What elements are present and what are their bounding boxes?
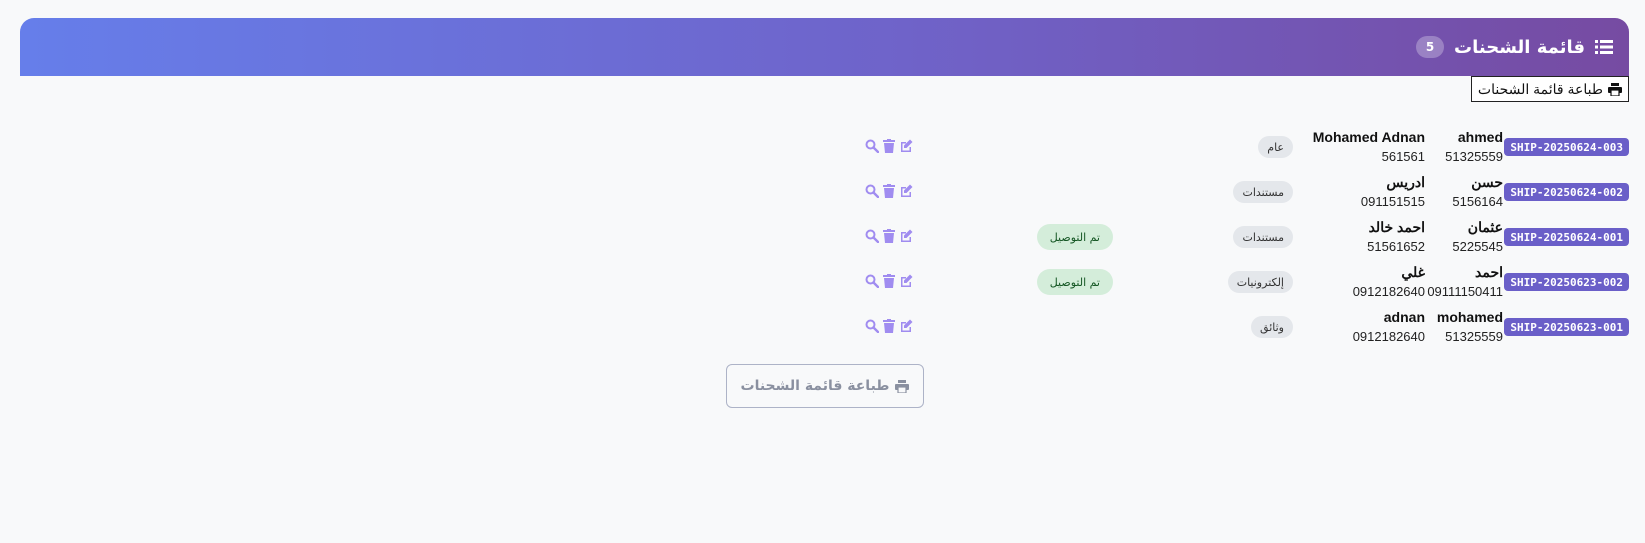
search-icon[interactable] bbox=[865, 318, 880, 334]
row-actions bbox=[865, 183, 913, 199]
receiver-name: Mohamed Adnan bbox=[1312, 129, 1425, 145]
receiver-phone: 561561 bbox=[1381, 149, 1425, 164]
search-icon[interactable] bbox=[865, 228, 880, 244]
trash-icon[interactable] bbox=[882, 318, 896, 333]
shipment-type-badge: مستندات bbox=[1233, 226, 1293, 248]
row-actions bbox=[865, 228, 913, 244]
list-icon bbox=[1595, 39, 1613, 55]
shipment-id-badge[interactable]: SHIP-20250623-002 bbox=[1504, 273, 1629, 291]
status-badge: تم التوصيل bbox=[1036, 224, 1113, 250]
header-title-group: قائمة الشحنات 5 bbox=[1416, 18, 1613, 76]
shipments-header: قائمة الشحنات 5 bbox=[20, 18, 1629, 76]
receiver-info: Mohamed Adnan 561561 bbox=[1225, 127, 1425, 167]
print-icon bbox=[1608, 82, 1622, 97]
page-title: قائمة الشحنات bbox=[1454, 36, 1585, 58]
edit-icon[interactable] bbox=[899, 318, 913, 332]
edit-icon[interactable] bbox=[899, 273, 913, 287]
shipment-id-badge[interactable]: SHIP-20250624-001 bbox=[1504, 228, 1629, 246]
shipment-row: SHIP-20250623-002 احمد 09111150411 غلي 0… bbox=[0, 262, 1645, 302]
shipment-row: SHIP-20250624-001 عثمان 5225545 احمد خال… bbox=[0, 217, 1645, 257]
search-icon[interactable] bbox=[865, 138, 880, 154]
print-list-label: طباعة قائمة الشحنات bbox=[740, 378, 890, 394]
row-actions bbox=[865, 273, 913, 289]
shipment-id-badge[interactable]: SHIP-20250624-003 bbox=[1504, 138, 1629, 156]
search-icon[interactable] bbox=[865, 183, 880, 199]
edit-icon[interactable] bbox=[899, 228, 913, 242]
row-actions bbox=[865, 318, 913, 334]
print-icon bbox=[895, 379, 910, 394]
shipment-type-badge: مستندات bbox=[1233, 181, 1293, 203]
shipment-type-badge: عام bbox=[1258, 136, 1293, 158]
status-badge: تم التوصيل bbox=[1036, 269, 1113, 295]
shipment-count-badge: 5 bbox=[1416, 36, 1445, 58]
trash-icon[interactable] bbox=[882, 138, 896, 153]
shipment-row: SHIP-20250624-003 ahmed 51325559 Mohamed… bbox=[0, 127, 1645, 167]
trash-icon[interactable] bbox=[882, 228, 896, 243]
print-list-label: طباعة قائمة الشحنات bbox=[1477, 80, 1603, 97]
shipment-id-badge[interactable]: SHIP-20250623-001 bbox=[1504, 318, 1629, 336]
edit-icon[interactable] bbox=[899, 138, 913, 152]
shipment-row: SHIP-20250623-001 mohamed 51325559 adnan… bbox=[0, 307, 1645, 347]
edit-icon[interactable] bbox=[899, 183, 913, 197]
trash-icon[interactable] bbox=[882, 183, 896, 198]
search-icon[interactable] bbox=[865, 273, 880, 289]
shipment-type-badge: إلكترونيات bbox=[1227, 271, 1293, 293]
print-list-button-top[interactable]: طباعة قائمة الشحنات bbox=[1470, 76, 1629, 102]
row-actions bbox=[865, 138, 913, 154]
print-list-button-bottom[interactable]: طباعة قائمة الشحنات bbox=[726, 364, 924, 408]
trash-icon[interactable] bbox=[882, 273, 896, 288]
shipment-type-badge: وثائق bbox=[1251, 316, 1293, 338]
shipment-id-badge[interactable]: SHIP-20250624-002 bbox=[1504, 183, 1629, 201]
shipment-row: SHIP-20250624-002 حسن 5156164 ادريس 0911… bbox=[0, 172, 1645, 212]
